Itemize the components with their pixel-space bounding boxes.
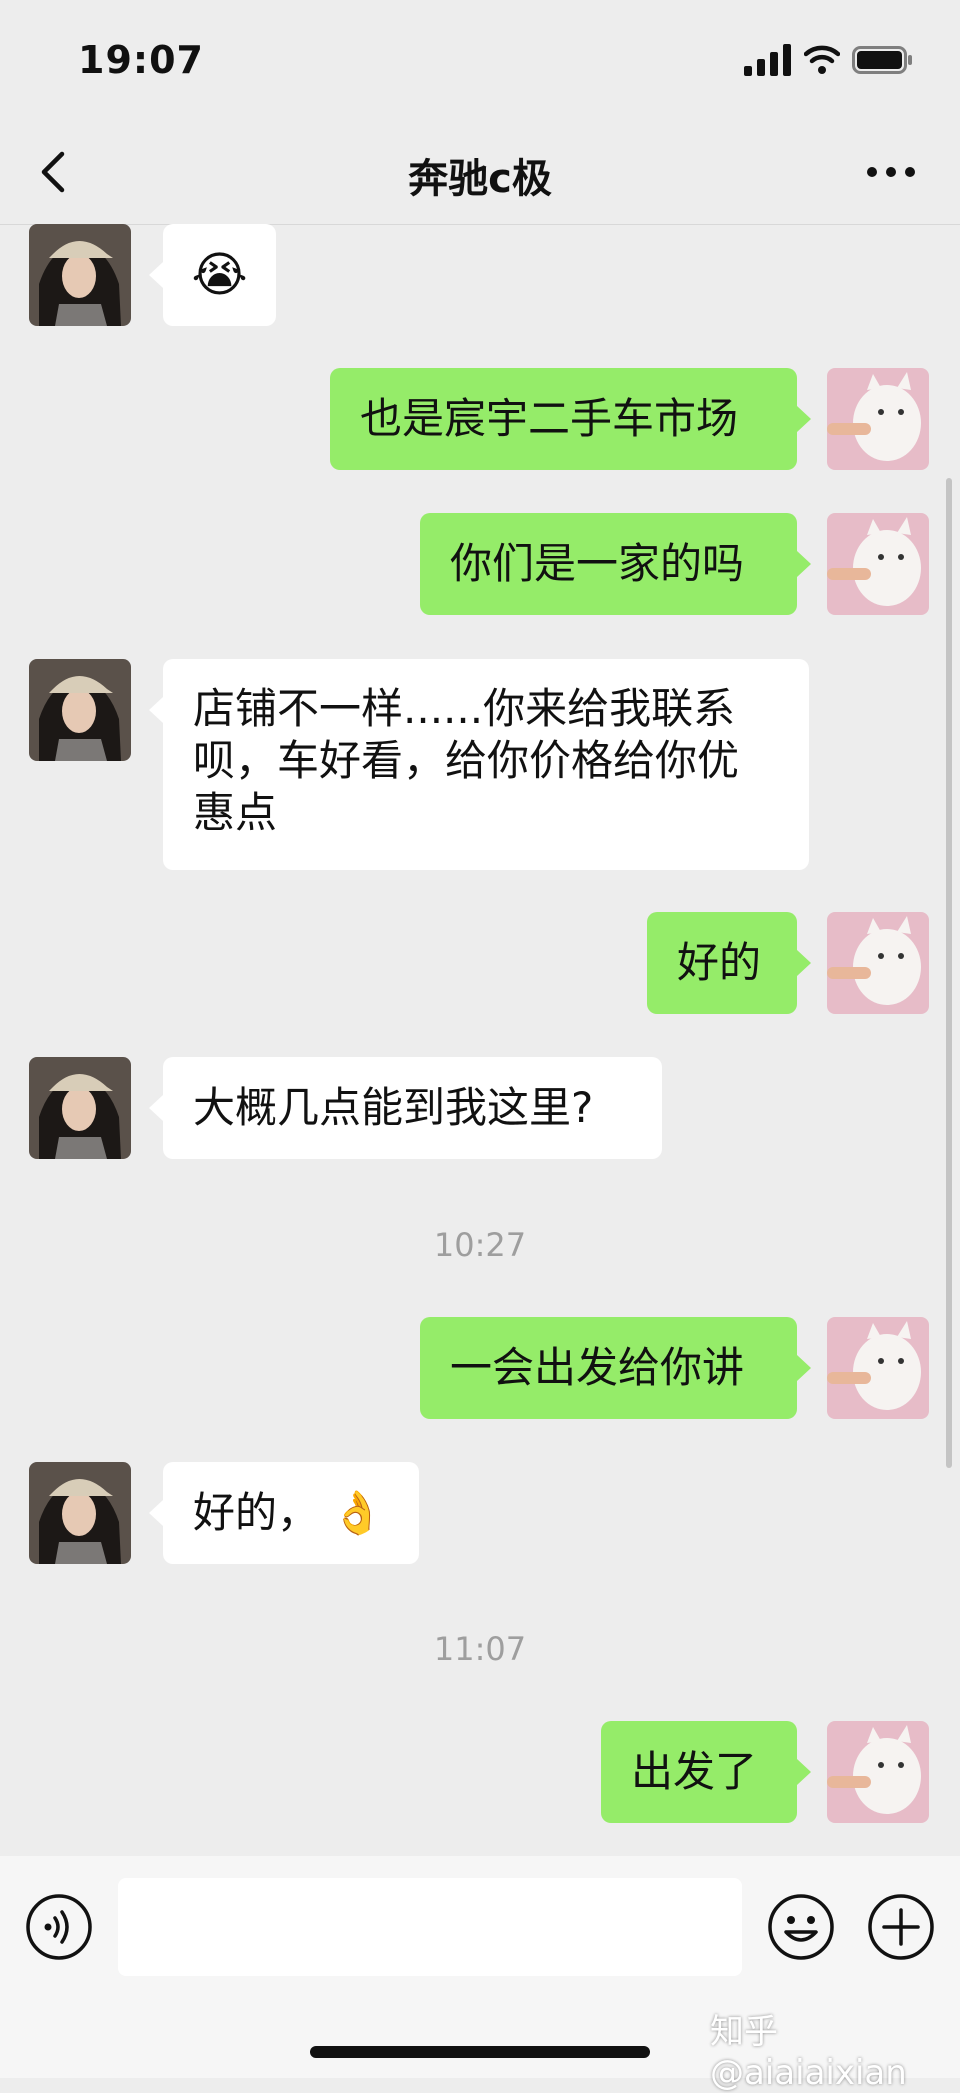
contact-avatar-image — [29, 224, 131, 326]
message-line: 店铺不一样......你来给我联系 — [193, 684, 736, 733]
contact-avatar-image — [29, 1057, 131, 1159]
contact-avatar[interactable] — [29, 659, 131, 761]
contact-avatar[interactable] — [29, 1462, 131, 1564]
scrollbar[interactable] — [946, 478, 952, 1468]
contact-avatar[interactable] — [29, 224, 131, 326]
message-bubble[interactable]: 好的 — [647, 912, 797, 1014]
bubble-tail — [797, 950, 811, 976]
home-indicator — [310, 2046, 650, 2058]
bubble-tail — [149, 262, 163, 288]
ok-hand-emoji-icon: 👌 — [331, 1488, 384, 1537]
plus-icon[interactable] — [866, 1892, 936, 1962]
contact-avatar-image — [29, 659, 131, 761]
input-bar: 知乎 @aiaiaixian — [0, 1856, 960, 2093]
bubble-tail — [149, 1500, 163, 1526]
wifi-icon — [804, 45, 840, 74]
bubble-tail — [797, 1355, 811, 1381]
emoji-bubble[interactable]: 😭 — [163, 224, 276, 326]
message-bubble[interactable]: 也是宸宇二手车市场 — [330, 368, 797, 470]
status-time: 19:07 — [78, 38, 204, 82]
my-avatar-image — [827, 513, 929, 615]
voice-icon[interactable] — [24, 1892, 94, 1962]
contact-avatar-image — [29, 1462, 131, 1564]
my-avatar[interactable] — [827, 1721, 929, 1823]
message-bubble[interactable]: 出发了 — [601, 1721, 797, 1823]
my-avatar[interactable] — [827, 912, 929, 1014]
my-avatar[interactable] — [827, 1317, 929, 1419]
status-bar: 19:07 — [0, 0, 960, 120]
bubble-tail — [149, 697, 163, 723]
my-avatar-image — [827, 1317, 929, 1419]
message-bubble[interactable]: 大概几点能到我这里? — [163, 1057, 662, 1159]
my-avatar-image — [827, 368, 929, 470]
battery-icon — [852, 46, 912, 74]
bubble-tail — [149, 1095, 163, 1121]
message-text: 好的， — [193, 1488, 320, 1537]
emoji-icon[interactable] — [766, 1892, 836, 1962]
my-avatar[interactable] — [827, 368, 929, 470]
bubble-tail — [797, 406, 811, 432]
message-input[interactable] — [118, 1878, 742, 1976]
message-bubble[interactable]: 好的， 👌 — [163, 1462, 419, 1564]
chat-title: 奔驰c极 — [408, 156, 552, 202]
message-bubble[interactable]: 一会出发给你讲 — [420, 1317, 797, 1419]
message-bubble[interactable]: 店铺不一样......你来给我联系 呗，车好看，给你价格给你优 惠点 — [163, 659, 809, 870]
timestamp: 11:07 — [433, 1630, 527, 1668]
my-avatar[interactable] — [827, 513, 929, 615]
message-line: 呗，车好看，给你价格给你优 — [193, 736, 740, 785]
contact-avatar[interactable] — [29, 1057, 131, 1159]
bubble-tail — [797, 551, 811, 577]
bubble-tail — [797, 1759, 811, 1785]
my-avatar-image — [827, 1721, 929, 1823]
timestamp: 10:27 — [433, 1226, 527, 1264]
chat-header: 奔驰c极 — [0, 120, 960, 225]
more-dots-icon[interactable] — [864, 146, 918, 198]
message-line: 惠点 — [193, 788, 278, 837]
watermark: 知乎 @aiaiaixian — [710, 2012, 907, 2093]
cellular-signal-icon — [744, 44, 791, 76]
my-avatar-image — [827, 912, 929, 1014]
message-bubble[interactable]: 你们是一家的吗 — [420, 513, 797, 615]
